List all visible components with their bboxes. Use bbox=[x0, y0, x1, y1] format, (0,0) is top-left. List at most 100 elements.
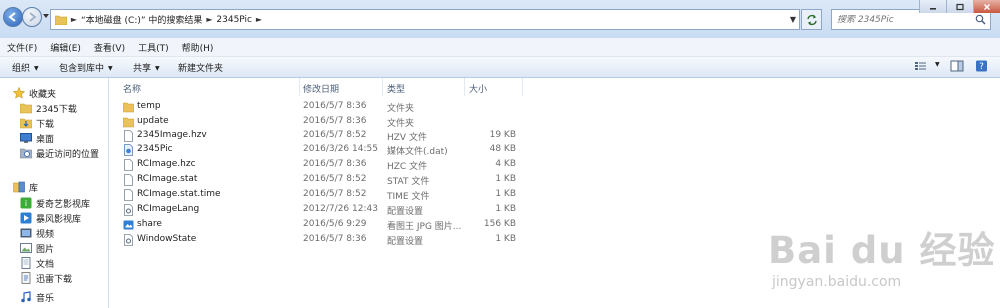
videos-library-icon bbox=[20, 227, 32, 239]
breadcrumb-2345pic[interactable]: 2345Pic bbox=[216, 15, 252, 25]
recent-pages-dropdown[interactable] bbox=[43, 13, 49, 19]
file-row-rcimage-hzc[interactable]: RCImage.hzc 2016/5/7 8:36 HZC 文件 4 KB bbox=[109, 158, 609, 172]
minimize-button[interactable] bbox=[919, 0, 946, 13]
file-name[interactable]: RCImage.stat.time bbox=[137, 189, 221, 199]
file-modified: 2016/5/6 9:29 bbox=[303, 219, 367, 229]
menu-edit[interactable]: 编辑(E) bbox=[43, 41, 87, 54]
file-row-2345image-hzv[interactable]: 2345Image.hzv 2016/5/7 8:52 HZV 文件 19 KB bbox=[109, 129, 609, 143]
file-name[interactable]: temp bbox=[137, 101, 161, 111]
breadcrumb-separator[interactable]: ► bbox=[204, 15, 214, 24]
nav-item-label: 暴风影视库 bbox=[36, 214, 82, 225]
nav-favorites[interactable]: 收藏夹 bbox=[13, 86, 56, 100]
search-input[interactable] bbox=[837, 14, 967, 25]
column-header-type[interactable]: 类型 bbox=[387, 82, 405, 96]
new-folder-button[interactable]: 新建文件夹 bbox=[178, 61, 223, 74]
folder-icon bbox=[122, 116, 135, 128]
file-size: 1 KB bbox=[495, 204, 516, 214]
help-icon: ? bbox=[976, 60, 987, 72]
file-row-share[interactable]: share 2016/5/6 9:29 看图王 JPG 图片... 156 KB bbox=[109, 218, 609, 232]
file-modified: 2016/5/7 8:36 bbox=[303, 116, 367, 126]
back-button[interactable] bbox=[3, 7, 23, 27]
menu-view[interactable]: 查看(V) bbox=[87, 41, 131, 54]
close-button[interactable] bbox=[973, 0, 1000, 13]
change-view-button[interactable] bbox=[914, 60, 928, 75]
column-divider[interactable] bbox=[382, 78, 383, 96]
menu-tools[interactable]: 工具(T) bbox=[131, 41, 175, 54]
nav-item-iqiyi-library[interactable]: i 爱奇艺影视库 bbox=[20, 196, 90, 210]
forward-button[interactable] bbox=[22, 7, 42, 27]
column-divider[interactable] bbox=[464, 78, 465, 96]
refresh-button[interactable] bbox=[801, 9, 822, 30]
maximize-icon bbox=[956, 3, 964, 10]
file-name[interactable]: RCImage.hzc bbox=[137, 159, 196, 169]
menu-help[interactable]: 帮助(H) bbox=[175, 41, 220, 54]
file-type: 配置设置 bbox=[387, 207, 424, 217]
nav-item-baofeng-library[interactable]: 暴风影视库 bbox=[20, 211, 81, 225]
star-icon bbox=[13, 87, 25, 99]
file-row-rcimagelang[interactable]: RCImageLang 2012/7/26 12:43 配置设置 1 KB bbox=[109, 203, 609, 217]
file-name[interactable]: RCImageLang bbox=[137, 204, 199, 214]
file-modified: 2016/5/7 8:36 bbox=[303, 234, 367, 244]
column-divider[interactable] bbox=[522, 78, 523, 96]
file-row-windowstate[interactable]: WindowState 2016/5/7 8:36 配置设置 1 KB bbox=[109, 233, 609, 247]
breadcrumb-separator[interactable]: ► bbox=[69, 15, 79, 24]
nav-item-downloads[interactable]: 下载 bbox=[20, 116, 54, 130]
nav-item-documents[interactable]: 文档 bbox=[20, 256, 54, 270]
include-in-library-label: 包含到库中 bbox=[59, 64, 105, 74]
nav-favorites-label: 收藏夹 bbox=[29, 89, 57, 100]
file-icon bbox=[123, 189, 134, 201]
file-type: 文件夹 bbox=[387, 119, 415, 129]
preview-pane-button[interactable] bbox=[950, 60, 964, 75]
file-name[interactable]: update bbox=[137, 116, 169, 126]
nav-item-label: 迅雷下载 bbox=[36, 274, 73, 285]
file-name[interactable]: 2345Image.hzv bbox=[137, 130, 207, 140]
column-header-modified[interactable]: 修改日期 bbox=[303, 82, 339, 96]
nav-item-recent-places[interactable]: 最近访问的位置 bbox=[20, 146, 99, 160]
view-dropdown-icon[interactable]: ▼ bbox=[931, 60, 940, 70]
nav-item-2345-download[interactable]: 2345下载 bbox=[20, 101, 77, 115]
downloads-folder-icon bbox=[20, 117, 32, 129]
file-row-update[interactable]: update 2016/5/7 8:36 文件夹 bbox=[109, 115, 609, 129]
address-dropdown-icon[interactable]: ▼ bbox=[790, 15, 796, 24]
menu-file[interactable]: 文件(F) bbox=[0, 41, 43, 54]
nav-item-pictures[interactable]: 图片 bbox=[20, 241, 54, 255]
file-name[interactable]: share bbox=[137, 219, 162, 229]
nav-item-label: 桌面 bbox=[36, 134, 55, 145]
nav-item-thunder-download[interactable]: 迅雷下载 bbox=[20, 271, 72, 285]
maximize-button[interactable] bbox=[946, 0, 973, 13]
file-size: 4 KB bbox=[495, 159, 516, 169]
file-name[interactable]: WindowState bbox=[137, 234, 196, 244]
command-bar: 组织 ▼ 包含到库中 ▼ 共享 ▼ 新建文件夹 ▼ ? bbox=[0, 57, 1000, 78]
nav-item-label: 2345下载 bbox=[36, 104, 77, 115]
column-header-size[interactable]: 大小 bbox=[469, 82, 487, 96]
help-button[interactable]: ? bbox=[975, 60, 989, 75]
nav-item-videos[interactable]: 视频 bbox=[20, 226, 54, 240]
search-icon[interactable] bbox=[975, 14, 986, 25]
image-file-icon bbox=[123, 219, 134, 231]
nav-item-music[interactable]: 音乐 bbox=[20, 290, 54, 304]
nav-libraries-label: 库 bbox=[29, 183, 39, 194]
folder-icon bbox=[20, 102, 32, 114]
breadcrumb-search-results[interactable]: “本地磁盘 (C:)” 中的搜索结果 bbox=[81, 13, 202, 26]
column-divider[interactable] bbox=[299, 78, 300, 96]
nav-item-label: 下载 bbox=[36, 119, 55, 130]
file-row-rcimage-stat-time[interactable]: RCImage.stat.time 2016/5/7 8:52 TIME 文件 … bbox=[109, 188, 609, 202]
share-button[interactable]: 共享 ▼ bbox=[133, 61, 160, 74]
file-name[interactable]: RCImage.stat bbox=[137, 174, 197, 184]
address-bar[interactable]: ► “本地磁盘 (C:)” 中的搜索结果 ► 2345Pic ► ▼ bbox=[50, 9, 800, 30]
share-label: 共享 bbox=[133, 64, 152, 74]
breadcrumb-separator[interactable]: ► bbox=[254, 15, 264, 24]
nav-item-desktop[interactable]: 桌面 bbox=[20, 131, 54, 145]
file-type: 看图王 JPG 图片... bbox=[387, 222, 462, 232]
nav-libraries[interactable]: 库 bbox=[13, 180, 38, 194]
file-row-2345pic[interactable]: 2345Pic 2016/3/26 14:55 媒体文件(.dat) 48 KB bbox=[109, 143, 609, 157]
column-header-name[interactable]: 名称 bbox=[123, 82, 141, 96]
file-name[interactable]: 2345Pic bbox=[137, 144, 173, 154]
file-row-rcimage-stat[interactable]: RCImage.stat 2016/5/7 8:52 STAT 文件 1 KB bbox=[109, 173, 609, 187]
include-in-library-button[interactable]: 包含到库中 ▼ bbox=[59, 61, 113, 74]
nav-item-label: 爱奇艺影视库 bbox=[36, 199, 91, 210]
file-row-temp[interactable]: temp 2016/5/7 8:36 文件夹 bbox=[109, 100, 609, 114]
media-file-icon bbox=[123, 144, 134, 156]
file-size: 156 KB bbox=[483, 219, 516, 229]
organize-button[interactable]: 组织 ▼ bbox=[12, 61, 39, 74]
